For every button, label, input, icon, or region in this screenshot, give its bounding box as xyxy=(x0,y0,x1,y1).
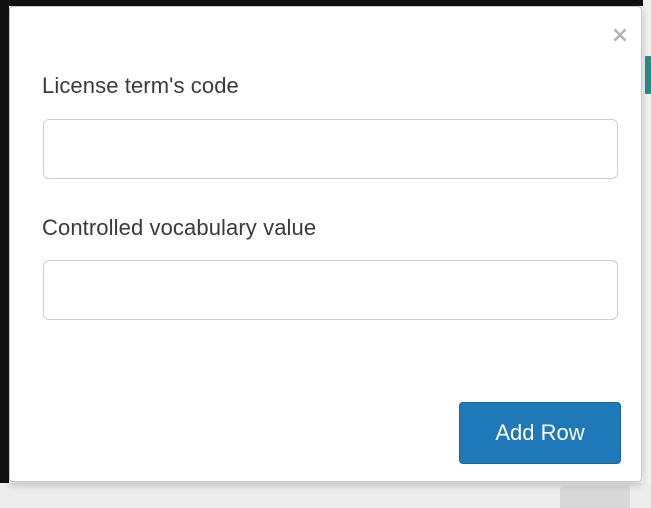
license-term-code-input[interactable] xyxy=(43,119,618,179)
add-row-dialog: × License term's code Controlled vocabul… xyxy=(9,6,642,482)
background-accent-mark xyxy=(645,56,651,94)
background-bottom-strip xyxy=(0,483,651,508)
background-left-edge xyxy=(0,0,9,508)
controlled-vocabulary-value-label: Controlled vocabulary value xyxy=(42,215,317,240)
controlled-vocabulary-value-input[interactable] xyxy=(43,260,618,320)
background-bottom-tab xyxy=(560,486,630,508)
license-term-code-label: License term's code xyxy=(42,73,239,98)
close-icon[interactable]: × xyxy=(609,25,631,47)
add-row-button[interactable]: Add Row xyxy=(459,402,621,464)
